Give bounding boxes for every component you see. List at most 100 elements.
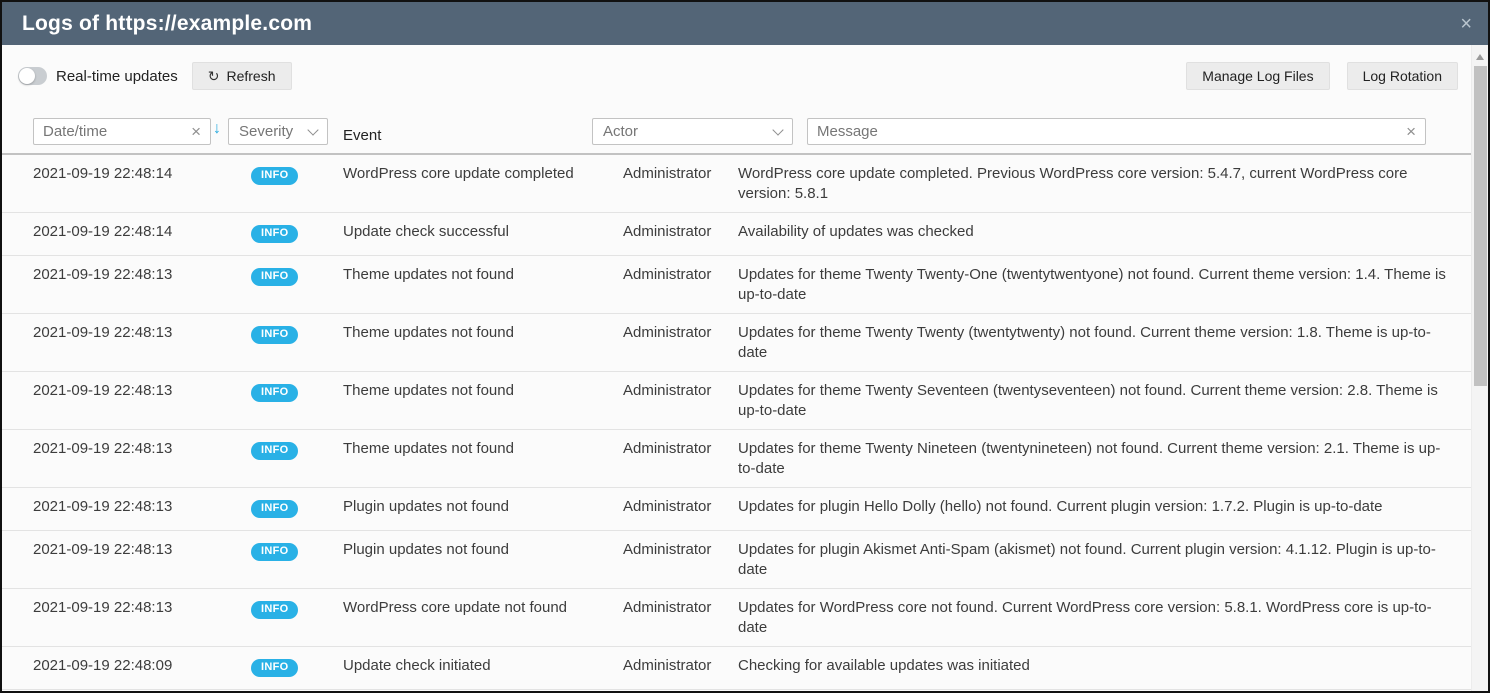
row-event: WordPress core update completed bbox=[343, 164, 623, 189]
row-datetime: 2021-09-19 22:48:13 bbox=[33, 497, 251, 522]
severity-badge: INFO bbox=[251, 326, 298, 344]
vertical-scrollbar[interactable] bbox=[1471, 45, 1488, 691]
row-event: WordPress core update not found bbox=[343, 598, 623, 623]
realtime-updates-label: Real-time updates bbox=[56, 68, 178, 85]
row-message: Updates for theme Twenty Seventeen (twen… bbox=[738, 381, 1471, 421]
row-datetime: 2021-09-19 22:48:13 bbox=[33, 598, 251, 623]
row-message: Updates for WordPress core not found. Cu… bbox=[738, 598, 1471, 638]
row-datetime: 2021-09-19 22:48:13 bbox=[33, 439, 251, 464]
row-actor: Administrator bbox=[623, 598, 738, 623]
refresh-button-label: Refresh bbox=[226, 68, 275, 84]
refresh-button[interactable]: ↻ Refresh bbox=[192, 62, 292, 90]
table-row[interactable]: 2021-09-19 22:48:13 INFO Plugin updates … bbox=[2, 488, 1471, 531]
row-datetime: 2021-09-19 22:48:13 bbox=[33, 540, 251, 565]
row-message: Availability of updates was checked bbox=[738, 222, 1471, 247]
row-actor: Administrator bbox=[623, 265, 738, 290]
chevron-down-icon bbox=[307, 124, 318, 135]
row-severity: INFO bbox=[251, 265, 343, 290]
severity-badge: INFO bbox=[251, 500, 298, 518]
table-row[interactable]: 2021-09-19 22:48:09 INFO Update check in… bbox=[2, 647, 1471, 690]
row-actor: Administrator bbox=[623, 222, 738, 247]
refresh-icon: ↻ bbox=[208, 68, 220, 85]
row-event: Theme updates not found bbox=[343, 439, 623, 464]
severity-badge: INFO bbox=[251, 225, 298, 243]
row-actor: Administrator bbox=[623, 439, 738, 464]
row-actor: Administrator bbox=[623, 540, 738, 565]
row-datetime: 2021-09-19 22:48:14 bbox=[33, 164, 251, 189]
severity-badge: INFO bbox=[251, 384, 298, 402]
row-actor: Administrator bbox=[623, 164, 738, 189]
row-event: Theme updates not found bbox=[343, 265, 623, 290]
message-filter: × bbox=[807, 118, 1426, 145]
manage-log-files-button[interactable]: Manage Log Files bbox=[1186, 62, 1329, 90]
row-message: Updates for plugin Hello Dolly (hello) n… bbox=[738, 497, 1471, 522]
row-event: Plugin updates not found bbox=[343, 497, 623, 522]
table-row[interactable]: 2021-09-19 22:48:14 INFO Update check su… bbox=[2, 213, 1471, 256]
toggle-knob bbox=[19, 68, 35, 84]
table-row[interactable]: 2021-09-19 22:48:13 INFO Theme updates n… bbox=[2, 372, 1471, 430]
row-event: Update check initiated bbox=[343, 656, 623, 681]
toolbar-right-group: Manage Log Files Log Rotation bbox=[1186, 62, 1458, 90]
row-message: WordPress core update completed. Previou… bbox=[738, 164, 1471, 204]
clear-message-icon[interactable]: × bbox=[1397, 123, 1425, 140]
row-datetime: 2021-09-19 22:48:14 bbox=[33, 222, 251, 247]
table-row[interactable]: 2021-09-19 22:48:13 INFO WordPress core … bbox=[2, 589, 1471, 647]
row-message: Updates for theme Twenty Twenty (twentyt… bbox=[738, 323, 1471, 363]
table-row[interactable]: 2021-09-19 22:48:14 INFO WordPress core … bbox=[2, 155, 1471, 213]
scrollbar-thumb[interactable] bbox=[1474, 66, 1487, 386]
severity-filter-select[interactable]: Severity bbox=[228, 118, 328, 145]
row-severity: INFO bbox=[251, 656, 343, 681]
row-event: Update check successful bbox=[343, 222, 623, 247]
row-message: Updates for theme Twenty Nineteen (twent… bbox=[738, 439, 1471, 479]
row-event: Theme updates not found bbox=[343, 381, 623, 406]
row-message: Updates for plugin Akismet Anti-Spam (ak… bbox=[738, 540, 1471, 580]
row-actor: Administrator bbox=[623, 656, 738, 681]
message-filter-input[interactable] bbox=[808, 119, 1397, 144]
row-severity: INFO bbox=[251, 222, 343, 247]
row-actor: Administrator bbox=[623, 497, 738, 522]
filter-bar: × ↓ Severity Event Actor × bbox=[2, 109, 1488, 155]
row-severity: INFO bbox=[251, 323, 343, 348]
row-datetime: 2021-09-19 22:48:13 bbox=[33, 381, 251, 406]
row-severity: INFO bbox=[251, 540, 343, 565]
row-severity: INFO bbox=[251, 439, 343, 464]
row-actor: Administrator bbox=[623, 381, 738, 406]
row-message: Updates for theme Twenty Twenty-One (twe… bbox=[738, 265, 1471, 305]
severity-badge: INFO bbox=[251, 601, 298, 619]
row-severity: INFO bbox=[251, 497, 343, 522]
sort-desc-icon[interactable]: ↓ bbox=[213, 121, 221, 137]
row-event: Theme updates not found bbox=[343, 323, 623, 348]
table-row[interactable]: 2021-09-19 22:48:13 INFO Plugin updates … bbox=[2, 531, 1471, 589]
row-severity: INFO bbox=[251, 598, 343, 623]
realtime-updates-toggle[interactable] bbox=[18, 67, 47, 85]
toolbar: Real-time updates ↻ Refresh Manage Log F… bbox=[2, 62, 1488, 90]
severity-badge: INFO bbox=[251, 543, 298, 561]
row-event: Plugin updates not found bbox=[343, 540, 623, 565]
logs-dialog: Logs of https://example.com × Real-time … bbox=[0, 0, 1490, 693]
log-rotation-button[interactable]: Log Rotation bbox=[1347, 62, 1458, 90]
scroll-up-arrow-icon[interactable] bbox=[1476, 54, 1484, 60]
severity-badge: INFO bbox=[251, 442, 298, 460]
actor-filter-select[interactable]: Actor bbox=[592, 118, 793, 145]
severity-filter-label: Severity bbox=[239, 123, 293, 140]
table-row[interactable]: 2021-09-19 22:48:13 INFO Theme updates n… bbox=[2, 430, 1471, 488]
actor-filter-label: Actor bbox=[603, 123, 638, 140]
table-row[interactable]: 2021-09-19 22:48:13 INFO Theme updates n… bbox=[2, 314, 1471, 372]
close-icon[interactable]: × bbox=[1460, 14, 1472, 34]
clear-datetime-icon[interactable]: × bbox=[182, 123, 210, 140]
table-row[interactable]: 2021-09-19 22:48:13 INFO Theme updates n… bbox=[2, 256, 1471, 314]
severity-badge: INFO bbox=[251, 659, 298, 677]
dialog-title: Logs of https://example.com bbox=[22, 12, 312, 36]
dialog-titlebar: Logs of https://example.com × bbox=[2, 2, 1488, 45]
severity-badge: INFO bbox=[251, 268, 298, 286]
row-severity: INFO bbox=[251, 381, 343, 406]
row-message: Checking for available updates was initi… bbox=[738, 656, 1471, 681]
row-actor: Administrator bbox=[623, 323, 738, 348]
datetime-filter-input[interactable] bbox=[34, 119, 182, 144]
row-datetime: 2021-09-19 22:48:13 bbox=[33, 323, 251, 348]
datetime-filter: × bbox=[33, 118, 211, 145]
row-datetime: 2021-09-19 22:48:09 bbox=[33, 656, 251, 681]
row-severity: INFO bbox=[251, 164, 343, 189]
severity-badge: INFO bbox=[251, 167, 298, 185]
chevron-down-icon bbox=[772, 124, 783, 135]
